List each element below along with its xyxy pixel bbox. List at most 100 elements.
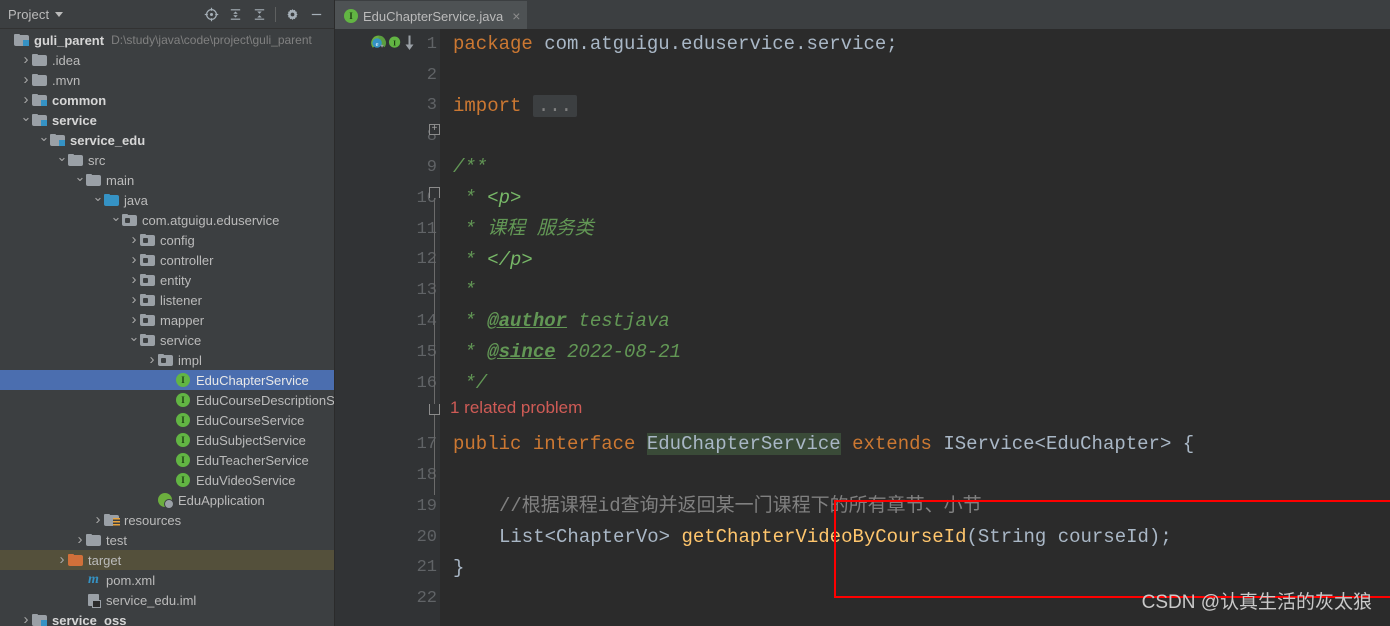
folder-icon: [86, 532, 102, 548]
tree-item--idea[interactable]: .idea: [0, 50, 334, 70]
minimize-icon[interactable]: [304, 2, 328, 26]
editor-gutter[interactable]: 1 2 3 8 9 10 11 12 13 14 15 16 17 18 19 20 21 22 e: [335, 29, 441, 626]
fold-column[interactable]: +: [427, 29, 441, 626]
gutter-line-21[interactable]: 21: [335, 553, 441, 584]
gutter-line-3[interactable]: 3: [335, 91, 441, 122]
implemented-by-icon[interactable]: I: [388, 36, 403, 51]
inlay-hint-row[interactable]: 1 related problem: [450, 398, 1390, 430]
gutter-line-14[interactable]: 14: [335, 306, 441, 337]
tree-toggle-right-icon[interactable]: [128, 250, 140, 270]
tree-item-eduvideoservice[interactable]: I EduVideoService: [0, 470, 334, 490]
tree-item-resources[interactable]: resources: [0, 510, 334, 530]
javadoc-star-12: *: [453, 248, 488, 271]
gutter-line-13[interactable]: 13: [335, 275, 441, 306]
tree-toggle-right-icon[interactable]: [128, 270, 140, 290]
gutter-line-11[interactable]: 11: [335, 214, 441, 245]
tree-toggle-right-icon[interactable]: [146, 350, 158, 370]
tree-toggle-right-icon[interactable]: [74, 530, 86, 550]
tree-item-label: service_edu: [70, 132, 146, 148]
tree-item-service-edu-iml[interactable]: service_edu.iml: [0, 590, 334, 610]
tree-toggle-down-icon[interactable]: [74, 170, 86, 190]
gutter-line-22[interactable]: 22: [335, 583, 441, 614]
gutter-line-18[interactable]: 18: [335, 460, 441, 491]
tree-item--mvn[interactable]: .mvn: [0, 70, 334, 90]
gear-icon[interactable]: [280, 2, 304, 26]
gutter-line-12[interactable]: 12: [335, 245, 441, 276]
interface-icon: I: [176, 412, 192, 428]
tree-item-educhapterservice[interactable]: I EduChapterService: [0, 370, 334, 390]
spring-bean-icon[interactable]: e: [370, 35, 387, 52]
tree-toggle-right-icon[interactable]: [128, 290, 140, 310]
gutter-line-20[interactable]: 20: [335, 522, 441, 553]
related-problem-hint[interactable]: 1 related problem: [450, 393, 582, 424]
tree-toggle-right-icon[interactable]: [92, 510, 104, 530]
fold-javadoc-start-icon[interactable]: [429, 187, 440, 198]
tree-toggle-down-icon[interactable]: [110, 210, 122, 230]
tree-item-eduapplication[interactable]: EduApplication: [0, 490, 334, 510]
tree-item-label: service: [52, 112, 97, 128]
tree-item-mapper[interactable]: mapper: [0, 310, 334, 330]
gutter-line-8[interactable]: 8: [335, 121, 441, 152]
gutter-icons-line-17[interactable]: e I: [370, 35, 415, 52]
tree-item-listener[interactable]: listener: [0, 290, 334, 310]
tree-toggle-right-icon[interactable]: [20, 90, 32, 110]
tree-toggle-down-icon[interactable]: [38, 130, 50, 150]
tree-toggle-right-icon[interactable]: [20, 50, 32, 70]
tree-item-educoursedescriptionservice[interactable]: IEduCourseDescriptionService: [0, 390, 334, 410]
gutter-line-2[interactable]: 2: [335, 60, 441, 91]
tree-toggle-right-icon[interactable]: [20, 610, 32, 626]
tree-item-path-hint: D:\study\java\code\project\guli_parent: [111, 33, 312, 47]
tree-item-service-edu[interactable]: service_edu: [0, 130, 334, 150]
tree-item-controller[interactable]: controller: [0, 250, 334, 270]
tree-toggle-down-icon[interactable]: [92, 190, 104, 210]
arrow-down-icon[interactable]: [404, 35, 415, 52]
fold-expand-imports-icon[interactable]: +: [429, 124, 440, 135]
tree-toggle-down-icon[interactable]: [56, 150, 68, 170]
tree-toggle-right-icon[interactable]: [56, 550, 68, 570]
tree-toggle-down-icon[interactable]: [128, 330, 140, 350]
gutter-line-16[interactable]: 16: [335, 368, 441, 399]
tree-item-guli-parent[interactable]: guli_parent D:\study\java\code\project\gu…: [0, 30, 334, 50]
tree-item-common[interactable]: common: [0, 90, 334, 110]
project-panel-title-dropdown[interactable]: Project: [8, 7, 64, 22]
tree-item-educourseservice[interactable]: I EduCourseService: [0, 410, 334, 430]
code-content[interactable]: package com.atguigu.eduservice.service; …: [441, 29, 1390, 626]
gutter-line-19[interactable]: 19: [335, 491, 441, 522]
collapse-all-icon[interactable]: [247, 2, 271, 26]
tree-item-pom-xml[interactable]: m pom.xml: [0, 570, 334, 590]
tree-item-config[interactable]: config: [0, 230, 334, 250]
code-line-3: import ...: [453, 91, 1390, 122]
package-folder-icon: [140, 272, 156, 288]
tree-toggle-down-icon[interactable]: [20, 110, 32, 130]
code-line-17: public interface EduChapterService exten…: [453, 429, 1390, 460]
svg-text:I: I: [393, 38, 396, 47]
keyword-extends: extends: [840, 433, 944, 456]
project-tree[interactable]: guli_parent D:\study\java\code\project\gu…: [0, 29, 334, 626]
tab-educhapterservice[interactable]: I EduChapterService.java ×: [335, 1, 528, 29]
tree-item-impl[interactable]: impl: [0, 350, 334, 370]
tree-item-com-atguigu-eduservice[interactable]: com.atguigu.eduservice: [0, 210, 334, 230]
fold-javadoc-end-icon[interactable]: [429, 404, 440, 415]
tree-item-test[interactable]: test: [0, 530, 334, 550]
tree-item-target[interactable]: target: [0, 550, 334, 570]
close-icon[interactable]: ×: [512, 9, 520, 23]
tree-item-eduteacherservice[interactable]: I EduTeacherService: [0, 450, 334, 470]
gutter-line-15[interactable]: 15: [335, 337, 441, 368]
tree-item-entity[interactable]: entity: [0, 270, 334, 290]
gutter-line-17[interactable]: 17: [335, 429, 441, 460]
expand-all-icon[interactable]: [223, 2, 247, 26]
tree-item-service[interactable]: service: [0, 110, 334, 130]
tree-toggle-right-icon[interactable]: [128, 230, 140, 250]
locate-icon[interactable]: [199, 2, 223, 26]
folded-imports[interactable]: ...: [532, 94, 578, 117]
tree-item-src[interactable]: src: [0, 150, 334, 170]
gutter-line-10[interactable]: 10: [335, 183, 441, 214]
tree-toggle-right-icon[interactable]: [128, 310, 140, 330]
tree-toggle-right-icon[interactable]: [20, 70, 32, 90]
tree-item-java[interactable]: java: [0, 190, 334, 210]
tree-item-service[interactable]: service: [0, 330, 334, 350]
tree-item-edusubjectservice[interactable]: I EduSubjectService: [0, 430, 334, 450]
tree-item-service-oss[interactable]: service_oss: [0, 610, 334, 626]
gutter-line-9[interactable]: 9: [335, 152, 441, 183]
tree-item-main[interactable]: main: [0, 170, 334, 190]
